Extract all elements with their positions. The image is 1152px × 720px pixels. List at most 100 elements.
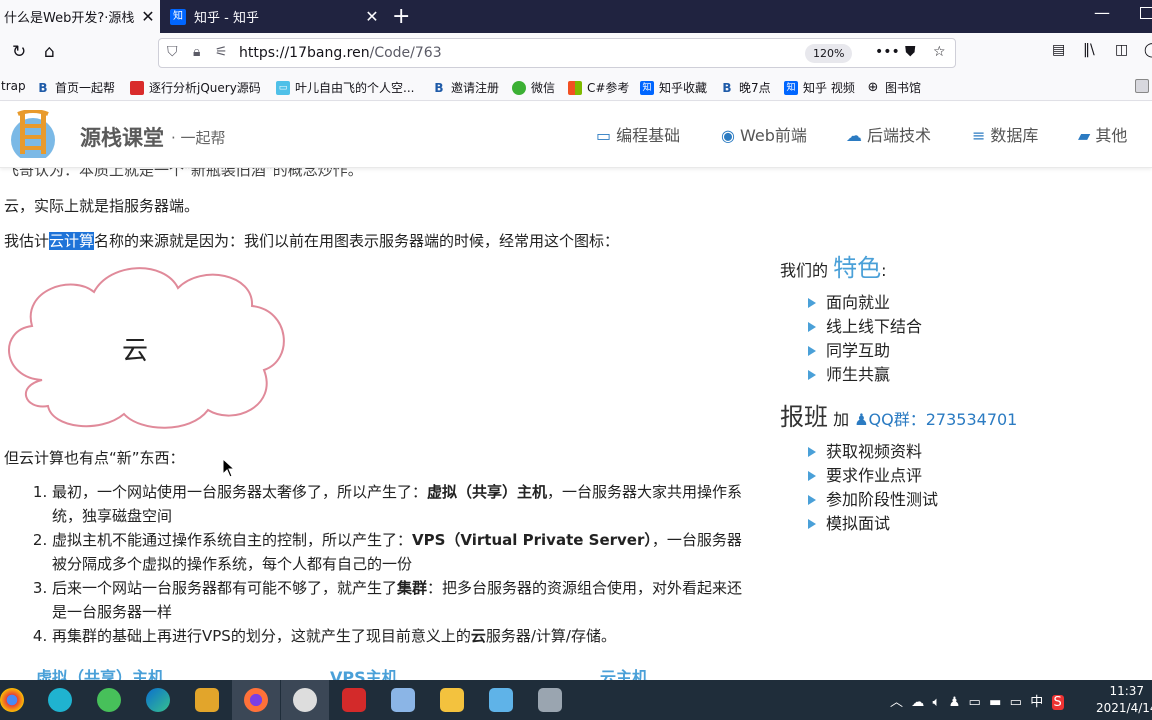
bookmark-item[interactable]: B 首页一起帮 [36,79,115,96]
tab-active[interactable]: 什么是Web开发?·源栈 ✕ [0,0,160,33]
bookmark-item[interactable]: 微信 [512,79,555,96]
zhihu-icon: 知 [640,80,654,95]
text: 我们的 [780,261,829,280]
chevron-up-icon[interactable]: ︿ [890,695,903,710]
list-item: 面向就业 [808,291,1140,315]
address-bar[interactable]: ⛉ 🔒︎ ⚟ https://17bang.ren/Code/763 120% … [158,38,956,68]
text: 面向就业 [826,293,891,312]
volume-icon[interactable]: 🔈︎ [933,695,941,710]
close-icon[interactable]: ✕ [136,7,160,26]
main-content: 飞哥认为：本质上就是一个"新瓶装旧酒"的概念炒作。 云，实际上就是指服务器端。 … [0,168,1152,680]
logo-icon[interactable] [4,110,62,158]
mouse-cursor-icon [222,458,236,478]
bookmark-label: 叶儿自由飞的个人空... [295,81,415,95]
folder-icon [1135,79,1149,93]
paragraph: 云，实际上就是指服务器端。 [4,197,200,215]
qq-group-link[interactable]: ♟QQ群：273534701 [854,410,1017,429]
bookmark-red-icon [130,80,144,95]
zoom-level[interactable]: 120% [805,44,853,63]
tab-zhihu[interactable]: 知 知乎 - 知乎 ✕ [162,0,384,33]
nav-label: 数据库 [990,126,1039,145]
signup-heading: 报班 加 ♟QQ群：273534701 [780,397,1140,432]
bookmark-item[interactable]: trap [1,79,26,93]
system-tray: ︿ ☁ 🔈︎ ♟ ▭ ▬ ▭ 中 S [890,691,1064,710]
keyboard-icon[interactable]: ▭ [1010,695,1022,710]
cloud-label: 云 [122,336,149,366]
app-yellow-taskbar-icon[interactable] [195,688,219,712]
nav-database[interactable]: ≡ 数据库 [972,122,1038,146]
bookmark-item[interactable]: C#参考 [568,79,629,96]
pocket-icon[interactable]: ⛊ [905,44,916,60]
list-item: 虚拟主机不能通过操作系统自主的控制，所以产生了：VPS（Virtual Priv… [52,528,748,576]
triangle-bullet-icon [808,471,816,481]
bookmark-star-icon[interactable]: ☆ [933,44,946,60]
bookmark-item[interactable]: B 晚7点 [720,79,770,96]
browser-green-taskbar-icon[interactable] [97,688,121,712]
bookmark-item[interactable]: ▭ 叶儿自由飞的个人空... [276,79,414,96]
list-item: 后来一个网站一台服务器都有可能不够了，就产生了集群：把多台服务器的资源组合使用，… [52,576,748,624]
list-item: 参加阶段性测试 [808,488,1140,512]
lock-icon[interactable]: 🔒︎ [193,44,200,60]
triangle-bullet-icon [808,298,816,308]
user-icon[interactable]: ♟ [949,695,961,710]
new-tab-icon[interactable]: + [392,4,410,29]
list-item: 线上线下结合 [808,315,1140,339]
bookmark-item[interactable]: B 邀请注册 [432,79,499,96]
browser-toolbar: ↻ ⌂ ⛉ 🔒︎ ⚟ https://17bang.ren/Code/763 1… [0,33,1152,73]
network-tool-taskbar-icon[interactable] [489,688,513,712]
minimize-icon[interactable]: — [1094,3,1110,22]
permissions-icon[interactable]: ⚟ [215,44,228,60]
edge-taskbar-icon[interactable] [146,688,170,712]
edge-beta-taskbar-icon[interactable] [48,688,72,712]
battery-icon[interactable]: ▬ [989,695,1001,710]
benefits-list: 获取视频资料 要求作业点评 参加阶段性测试 模拟面试 [808,440,1140,536]
library-icon[interactable]: ‖\ [1083,42,1095,58]
sub-heading: 虚拟（共享）主机 [36,668,165,680]
text: 最初，一个网站使用一台服务器太奢侈了，所以产生了： [52,483,428,501]
database-icon: ≡ [972,126,986,145]
reader-icon[interactable]: ▤ [1052,42,1065,58]
bookmark-item[interactable]: 逐行分析jQuery源码 [130,79,261,96]
firefox-taskbar-icon[interactable] [244,688,268,712]
clock[interactable]: 11:37 2021/4/14 [1096,683,1152,717]
paint-taskbar-icon[interactable] [391,688,415,712]
bang-icon: B [434,80,444,95]
recorder-taskbar-icon[interactable] [293,688,317,712]
paragraph-partial: 飞哥认为：本质上就是一个"新瓶装旧酒"的概念炒作。 [4,168,363,179]
reload-icon[interactable]: ↻ [12,42,26,62]
bookmark-item[interactable]: 知知乎收藏 [640,79,707,96]
wps-taskbar-icon[interactable] [342,688,366,712]
bookmark-item[interactable]: 知知乎 视频 [784,79,855,96]
nav-web-frontend[interactable]: ◉ Web前端 [721,122,807,146]
nav-programming-basics[interactable]: ▭ 编程基础 [596,122,680,146]
bookmark-item[interactable]: ⊕ 图书馆 [866,79,921,96]
list-item: 同学互助 [808,339,1140,363]
text: : [881,261,887,280]
ime-indicator[interactable]: 中 [1030,695,1043,710]
account-icon[interactable]: ◯ [1144,42,1152,58]
text: 师生共赢 [826,365,891,384]
url-text[interactable]: https://17bang.ren/Code/763 [239,45,442,61]
sidebar-icon[interactable]: ◫ [1115,42,1128,58]
chrome-taskbar-icon[interactable] [0,688,24,712]
file-explorer-taskbar-icon[interactable] [440,688,464,712]
bold-text: 虚拟（共享）主机 [427,483,548,501]
nav-backend[interactable]: ☁ 后端技术 [846,122,931,146]
text: 报班 [780,403,828,431]
home-icon[interactable]: ⌂ [44,42,55,62]
more-actions-icon[interactable]: ••• [875,44,900,60]
network-icon[interactable]: ▭ [969,695,981,710]
sogou-icon[interactable]: S [1051,695,1064,710]
shield-icon[interactable]: ⛉ [167,44,178,60]
zhihu-icon: 知 [784,80,798,95]
brand-name[interactable]: 源栈课堂 [80,122,164,152]
nav-other[interactable]: ▰ 其他 [1078,122,1127,146]
remote-desktop-taskbar-icon[interactable] [538,688,562,712]
maximize-icon[interactable] [1140,7,1152,19]
onedrive-icon[interactable]: ☁ [911,695,924,710]
other-bookmarks-folder-icon[interactable] [1135,79,1152,93]
bookmark-label: C#参考 [587,81,630,95]
close-icon[interactable]: ✕ [360,7,384,26]
triangle-bullet-icon [808,447,816,457]
text: 模拟面试 [826,514,891,533]
